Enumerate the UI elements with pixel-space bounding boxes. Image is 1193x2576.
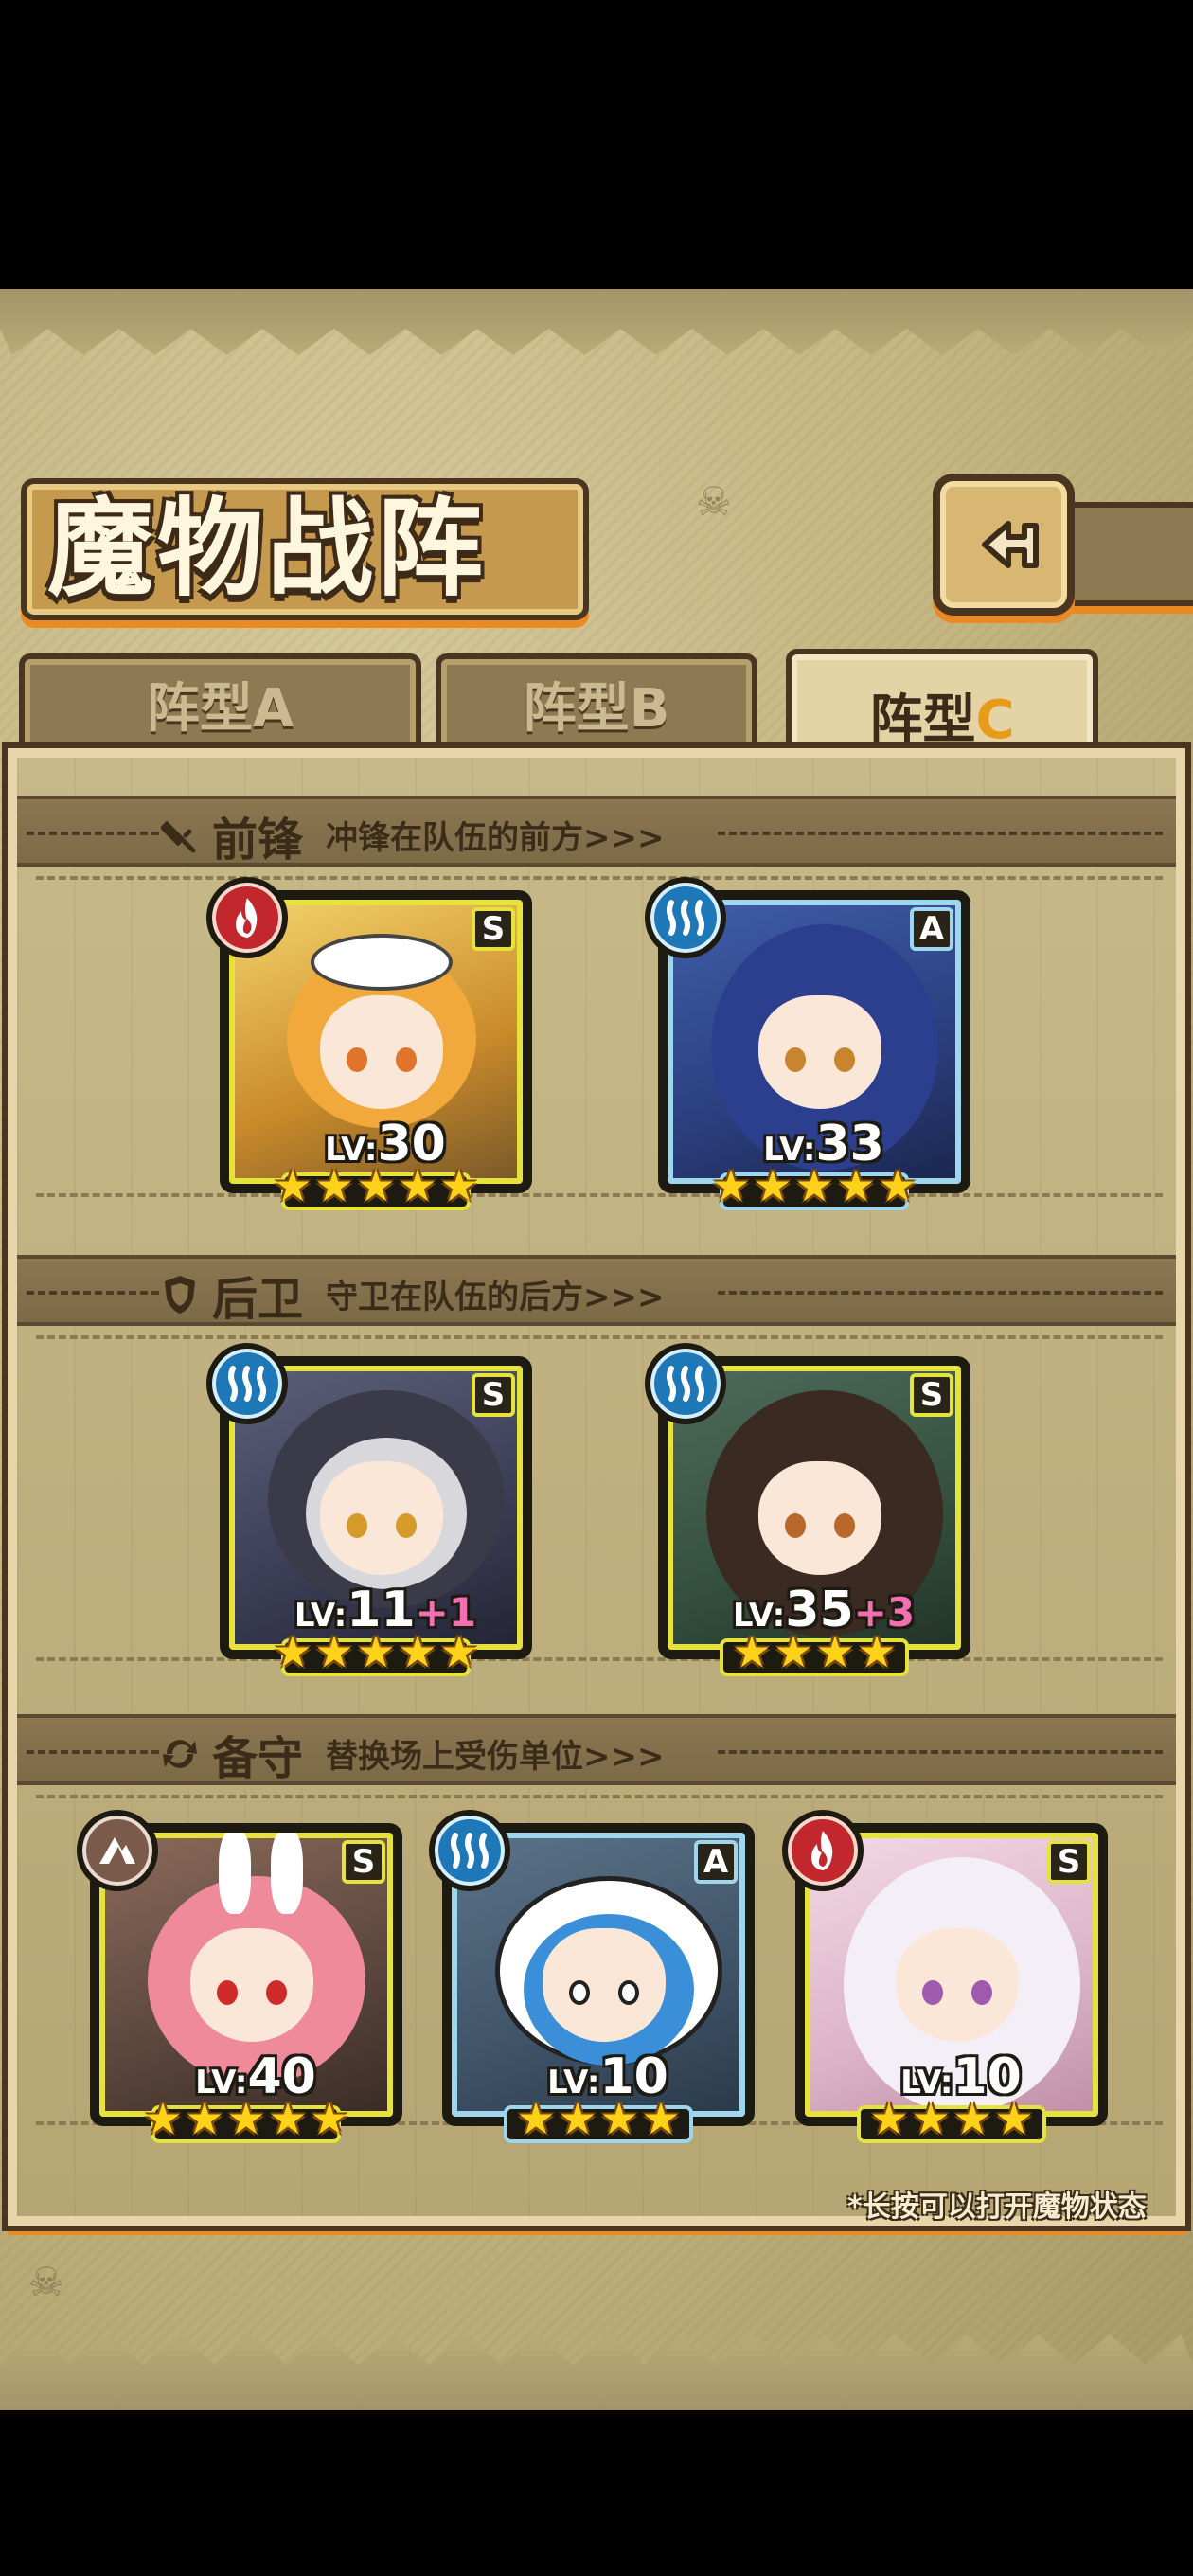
rank-badge: A (694, 1840, 738, 1884)
section-header-rearguard: 后卫 守卫在队伍的后方>>> (17, 1255, 1176, 1326)
star-icon: ★ (711, 1160, 751, 1211)
monster-card[interactable]: A LV:10 ★ ★ ★ ★ (429, 1810, 755, 2147)
star-icon: ★ (226, 2093, 266, 2144)
star-icon: ★ (599, 2093, 639, 2144)
shield-icon (159, 1274, 201, 1315)
section-description: 守卫在队伍的后方>>> (326, 1279, 665, 1316)
skull-icon: ☠ (28, 2259, 64, 2305)
section-header-vanguard: 前锋 冲锋在队伍的前方>>> (17, 796, 1176, 867)
star-icon: ★ (314, 1626, 354, 1677)
star-icon: ★ (185, 2093, 224, 2144)
star-icon: ★ (815, 1626, 855, 1677)
star-rating: ★ ★ ★ ★ ★ (142, 2093, 350, 2147)
star-icon: ★ (273, 1160, 312, 1211)
monster-card[interactable]: S LV:10 ★ ★ ★ ★ (782, 1810, 1108, 2147)
back-button[interactable] (933, 474, 1075, 616)
section-description: 冲锋在队伍的前方>>> (326, 819, 665, 857)
monster-card[interactable]: A LV:33 ★ ★ ★ ★ ★ (645, 877, 970, 1214)
section-description: 替换场上受伤单位>>> (326, 1738, 665, 1776)
star-icon: ★ (994, 2093, 1034, 2144)
star-icon: ★ (794, 1160, 834, 1211)
star-icon: ★ (857, 1626, 897, 1677)
back-button-tab (1060, 502, 1193, 606)
skull-icon: ☠ (696, 478, 732, 525)
star-icon: ★ (753, 1160, 792, 1211)
star-icon: ★ (558, 2093, 597, 2144)
star-icon: ★ (439, 1160, 479, 1211)
earth-element-icon (77, 1810, 158, 1891)
rank-badge: S (1047, 1840, 1091, 1884)
section-title: 备守 (212, 1731, 304, 1785)
section-title: 前锋 (212, 813, 304, 867)
star-rating: ★ ★ ★ ★ (847, 2093, 1056, 2147)
fire-element-icon (782, 1810, 864, 1891)
star-icon: ★ (268, 2093, 308, 2144)
rank-badge: S (472, 907, 515, 951)
star-rating: ★ ★ ★ ★ ★ (710, 1160, 918, 1214)
water-element-icon (206, 1343, 288, 1424)
star-icon: ★ (878, 1160, 917, 1211)
tab-formation-b[interactable]: 阵型B (436, 653, 757, 748)
rank-badge: S (342, 1840, 385, 1884)
monster-card[interactable]: S LV:40 ★ ★ ★ ★ ★ (77, 1810, 402, 2147)
star-rating: ★ ★ ★ ★ ★ (272, 1626, 480, 1680)
tab-formation-a[interactable]: 阵型A (19, 653, 421, 748)
section-header-reserve: 备守 替换场上受伤单位>>> (17, 1714, 1176, 1785)
star-icon: ★ (398, 1626, 437, 1677)
long-press-hint: *长按可以打开魔物状态 (847, 2191, 1147, 2224)
star-icon: ★ (774, 1626, 813, 1677)
water-element-icon (645, 1343, 726, 1424)
star-icon: ★ (516, 2093, 556, 2144)
bottom-letterbox (0, 2410, 1193, 2576)
star-icon: ★ (273, 1626, 312, 1677)
star-rating: ★ ★ ★ ★ (710, 1626, 918, 1680)
top-letterbox (0, 0, 1193, 289)
star-icon: ★ (836, 1160, 876, 1211)
page-title: 魔物战阵 (47, 487, 487, 611)
star-icon: ★ (314, 1160, 354, 1211)
star-icon: ★ (439, 1626, 479, 1677)
water-element-icon (645, 877, 726, 958)
star-icon: ★ (869, 2093, 909, 2144)
star-rating: ★ ★ ★ ★ (494, 2093, 703, 2147)
star-icon: ★ (356, 1160, 396, 1211)
rank-badge: S (910, 1373, 953, 1417)
star-icon: ★ (356, 1626, 396, 1677)
monster-card[interactable]: S LV:35+3 ★ ★ ★ ★ (645, 1343, 970, 1680)
star-icon: ★ (641, 2093, 681, 2144)
fire-element-icon (206, 877, 288, 958)
star-icon: ★ (143, 2093, 183, 2144)
rank-badge: A (910, 907, 953, 951)
star-rating: ★ ★ ★ ★ ★ (272, 1160, 480, 1214)
star-icon: ★ (911, 2093, 951, 2144)
monster-card[interactable]: S LV:30 ★ ★ ★ ★ ★ (206, 877, 532, 1214)
water-element-icon (429, 1810, 510, 1891)
swap-icon (159, 1733, 201, 1775)
star-icon: ★ (310, 2093, 349, 2144)
star-icon: ★ (398, 1160, 437, 1211)
return-arrow-icon (982, 521, 1039, 568)
monster-card[interactable]: S LV:11+1 ★ ★ ★ ★ ★ (206, 1343, 532, 1680)
section-title: 后卫 (212, 1272, 304, 1326)
star-icon: ★ (732, 1626, 772, 1677)
star-icon: ★ (953, 2093, 992, 2144)
rank-badge: S (472, 1373, 515, 1417)
sword-icon (159, 814, 201, 856)
